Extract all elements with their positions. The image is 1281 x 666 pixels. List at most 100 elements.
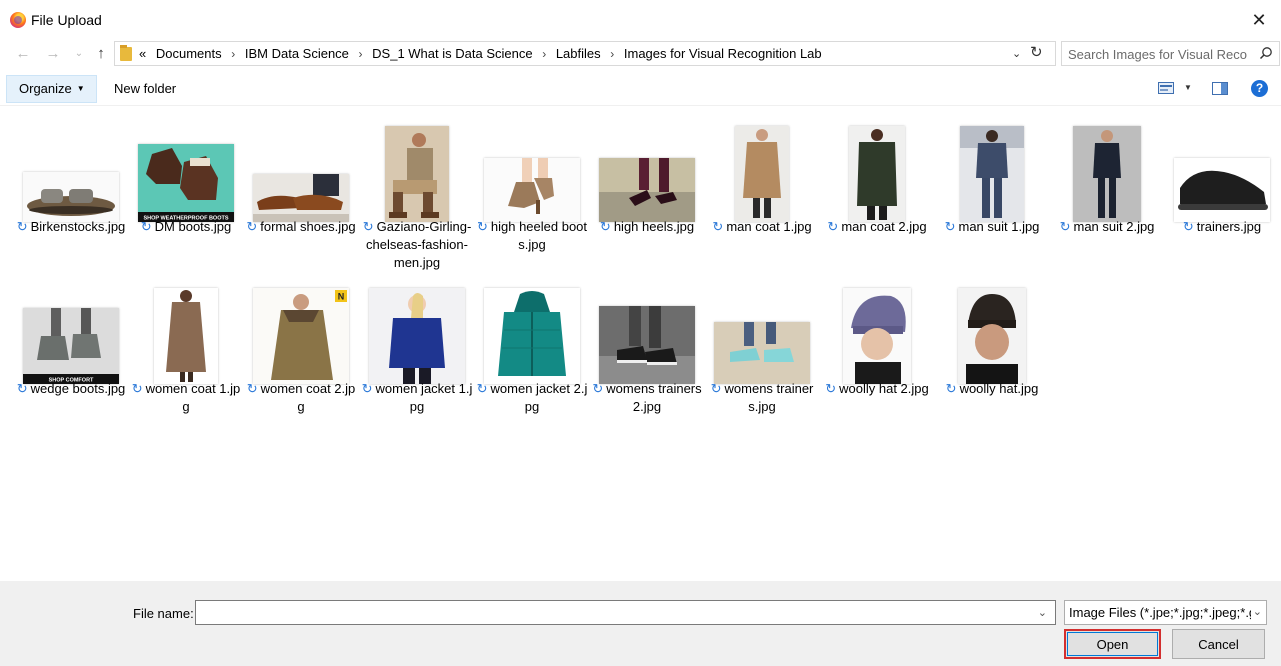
file-item[interactable]: ↻ womens trainers.jpg [706, 274, 818, 436]
caret-down-icon: ▼ [76, 84, 85, 93]
file-item[interactable]: ↻ woolly hat 2.jpg [821, 274, 933, 436]
sync-icon: ↻ [592, 381, 604, 396]
search-icon[interactable] [1259, 46, 1273, 60]
breadcrumb-separator-icon[interactable]: › [231, 47, 235, 61]
sync-icon: ↻ [246, 219, 258, 234]
file-item[interactable]: ↻ high heels.jpg [591, 112, 703, 274]
file-name: ↻ womens trainers.jpg [710, 381, 814, 414]
file-type-filter-value: Image Files (*.jpe;*.jpg;*.jpeg;*.g [1069, 605, 1257, 620]
sync-icon: ↻ [945, 381, 957, 396]
window-title: File Upload [31, 12, 102, 28]
file-item[interactable]: SHOP COMFORT ↻ wedge boots.jpg [15, 274, 127, 436]
dialog-footer: File name: ⌄ Image Files (*.jpe;*.jpg;*.… [0, 581, 1281, 666]
file-item[interactable]: ↻ man coat 1.jpg [706, 112, 818, 274]
file-item[interactable]: ↻ Gaziano-Girling-chelseas-fashion-men.jp… [361, 112, 473, 274]
sync-icon: ↻ [16, 219, 28, 234]
file-item[interactable]: ↻ Birkenstocks.jpg [15, 112, 127, 274]
file-name: ↻ women coat 2.jpg [246, 381, 356, 414]
up-arrow-icon[interactable]: ↑ [92, 44, 110, 64]
chevron-down-icon[interactable]: ⌄ [1038, 606, 1047, 619]
file-item[interactable]: ↻ formal shoes.jpg [245, 112, 357, 274]
sync-icon: ↻ [944, 219, 956, 234]
breadcrumb-ibm-data-science[interactable]: IBM Data Science [245, 46, 349, 61]
breadcrumb-documents[interactable]: Documents [156, 46, 222, 61]
file-name-input[interactable] [200, 604, 1020, 621]
organize-label: Organize [19, 81, 72, 96]
jacket-icon [484, 288, 580, 384]
refresh-icon[interactable]: ↻ [1030, 43, 1043, 61]
sync-icon: ↻ [362, 219, 374, 234]
breadcrumb-images-folder[interactable]: Images for Visual Recognition Lab [624, 46, 822, 61]
file-type-filter[interactable]: Image Files (*.jpe;*.jpg;*.jpeg;*.g ⌄ [1064, 600, 1267, 625]
address-bar[interactable]: « Documents › IBM Data Science › DS_1 Wh… [114, 41, 1056, 66]
sync-icon: ↻ [1059, 219, 1071, 234]
title-bar: File Upload ✕ [0, 0, 1281, 40]
sync-icon: ↻ [1182, 219, 1194, 234]
recent-locations-chevron-icon[interactable]: ⌄ [70, 44, 88, 64]
sync-icon: ↻ [827, 219, 839, 234]
file-item[interactable]: ↻ man suit 2.jpg [1051, 112, 1163, 274]
change-view-icon[interactable] [1158, 82, 1174, 94]
forward-arrow-icon[interactable]: → [44, 44, 62, 64]
file-name: ↻ women jacket 1.jpg [361, 381, 473, 414]
sync-icon: ↻ [599, 219, 611, 234]
file-item[interactable]: SHOP WEATHERPROOF BOOTS ↻ DM boots.jpg [130, 112, 242, 274]
breadcrumb-separator-icon[interactable]: › [610, 47, 614, 61]
chevron-down-icon[interactable]: ⌄ [1250, 601, 1262, 624]
new-folder-button[interactable]: New folder [114, 81, 176, 96]
search-input[interactable] [1068, 45, 1248, 63]
file-name: ↻ trainers.jpg [1182, 219, 1262, 234]
boots-icon: SHOP WEATHERPROOF BOOTS [138, 144, 234, 222]
file-name: ↻ DM boots.jpg [140, 219, 232, 234]
shoes-icon [253, 174, 349, 222]
sync-icon: ↻ [476, 381, 488, 396]
close-icon[interactable]: ✕ [1247, 8, 1271, 32]
file-item[interactable]: ↻ women jacket 1.jpg [361, 274, 473, 436]
file-name: ↻ man coat 2.jpg [827, 219, 927, 234]
file-item[interactable]: ↻ women coat 1.jpg [130, 274, 242, 436]
file-item[interactable]: ↻ women jacket 2.jpg [476, 274, 588, 436]
help-icon[interactable]: ? [1251, 80, 1268, 97]
command-bar: Organize ▼ New folder ▼ ? [0, 73, 1281, 106]
file-name: ↻ women coat 1.jpg [131, 381, 241, 414]
file-name: ↻ Birkenstocks.jpg [16, 219, 126, 234]
hat-icon [843, 288, 911, 384]
trainers-icon [1174, 158, 1270, 222]
file-name: ↻ man coat 1.jpg [712, 219, 812, 234]
breadcrumb-labfiles[interactable]: Labfiles [556, 46, 601, 61]
file-name: ↻ Gaziano-Girling-chelseas-fashion-men.jp… [362, 219, 472, 270]
sync-icon: ↻ [476, 219, 488, 234]
more-options-caret-icon[interactable]: ▼ [1184, 83, 1192, 92]
file-item[interactable]: ↻ trainers.jpg [1166, 112, 1278, 274]
breadcrumb: « Documents › IBM Data Science › DS_1 Wh… [139, 46, 822, 61]
file-item[interactable]: ↻ high heeled boots.jpg [476, 112, 588, 274]
open-button[interactable]: Open [1064, 629, 1161, 659]
breadcrumb-overflow[interactable]: « [139, 46, 146, 61]
preview-pane-icon[interactable] [1212, 82, 1228, 95]
organize-button[interactable]: Organize ▼ [6, 75, 97, 103]
folder-icon [120, 45, 132, 61]
trainers-icon [599, 306, 695, 384]
coat-icon [849, 126, 905, 222]
file-name: ↻ formal shoes.jpg [246, 219, 356, 234]
sync-icon: ↻ [140, 219, 152, 234]
file-item[interactable]: ↻ man suit 1.jpg [936, 112, 1048, 274]
address-dropdown-icon[interactable]: ⌄ [1012, 47, 1021, 60]
breadcrumb-separator-icon[interactable]: › [359, 47, 363, 61]
breadcrumb-separator-icon[interactable]: › [542, 47, 546, 61]
cancel-button[interactable]: Cancel [1172, 629, 1265, 659]
jacket-icon [369, 288, 465, 384]
file-item[interactable]: ↻ man coat 2.jpg [821, 112, 933, 274]
file-name-field[interactable]: ⌄ [195, 600, 1056, 625]
sync-icon: ↻ [825, 381, 837, 396]
breadcrumb-ds1[interactable]: DS_1 What is Data Science [372, 46, 532, 61]
sync-icon: ↻ [710, 381, 722, 396]
file-name: ↻ man suit 1.jpg [944, 219, 1040, 234]
coat-icon: N [253, 288, 349, 384]
back-arrow-icon[interactable]: ← [14, 44, 32, 64]
file-item[interactable]: N ↻ women coat 2.jpg [245, 274, 357, 436]
sandals-icon [23, 172, 119, 222]
file-item[interactable]: ↻ womens trainers 2.jpg [591, 274, 703, 436]
search-box[interactable] [1061, 41, 1280, 66]
file-item[interactable]: ↻ woolly hat.jpg [936, 274, 1048, 436]
